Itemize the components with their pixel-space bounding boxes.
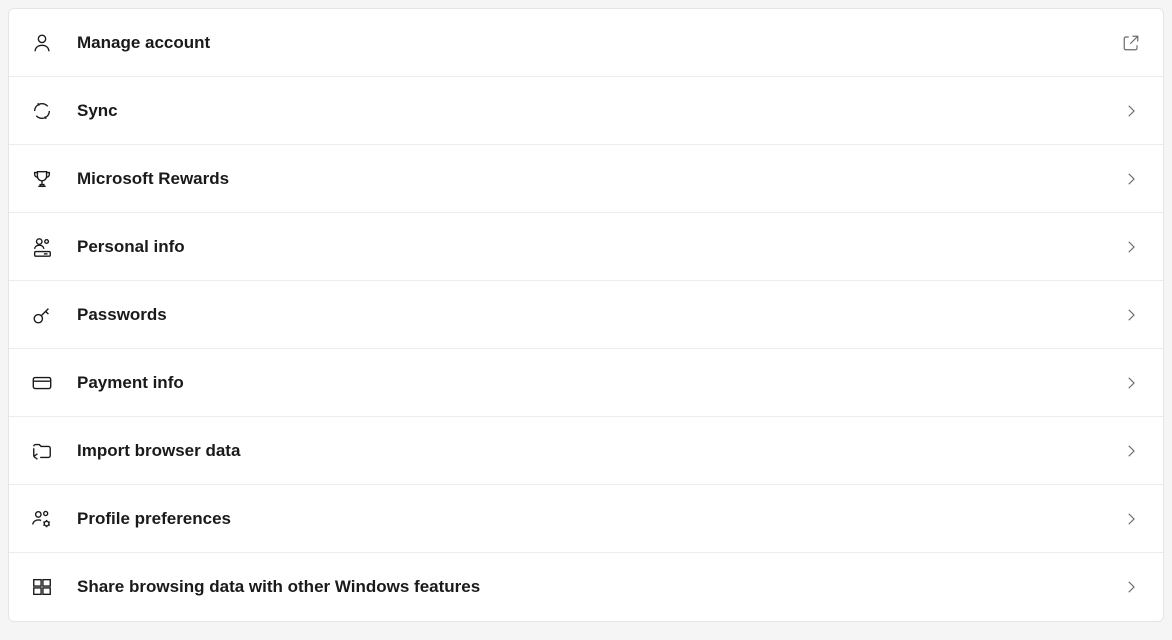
- person-icon: [31, 32, 53, 54]
- key-icon: [31, 304, 53, 326]
- settings-item-sync[interactable]: Sync: [9, 77, 1163, 145]
- settings-item-share-browsing-data[interactable]: Share browsing data with other Windows f…: [9, 553, 1163, 621]
- settings-item-personal-info[interactable]: Personal info: [9, 213, 1163, 281]
- chevron-right-icon: [1121, 101, 1141, 121]
- sync-icon: [31, 100, 53, 122]
- windows-icon: [31, 576, 53, 598]
- settings-item-microsoft-rewards[interactable]: Microsoft Rewards: [9, 145, 1163, 213]
- settings-item-label: Sync: [77, 101, 1121, 121]
- settings-item-label: Share browsing data with other Windows f…: [77, 577, 1121, 597]
- chevron-right-icon: [1121, 305, 1141, 325]
- credit-card-icon: [31, 372, 53, 394]
- chevron-right-icon: [1121, 373, 1141, 393]
- settings-item-label: Payment info: [77, 373, 1121, 393]
- settings-list: Manage account Sync Microsoft Rewards Pe…: [8, 8, 1164, 622]
- chevron-right-icon: [1121, 237, 1141, 257]
- settings-item-label: Manage account: [77, 33, 1121, 53]
- settings-item-manage-account[interactable]: Manage account: [9, 9, 1163, 77]
- settings-item-label: Passwords: [77, 305, 1121, 325]
- chevron-right-icon: [1121, 509, 1141, 529]
- settings-item-passwords[interactable]: Passwords: [9, 281, 1163, 349]
- people-settings-icon: [31, 508, 53, 530]
- trophy-icon: [31, 168, 53, 190]
- settings-item-label: Personal info: [77, 237, 1121, 257]
- settings-item-profile-preferences[interactable]: Profile preferences: [9, 485, 1163, 553]
- chevron-right-icon: [1121, 577, 1141, 597]
- chevron-right-icon: [1121, 441, 1141, 461]
- chevron-right-icon: [1121, 169, 1141, 189]
- settings-item-label: Import browser data: [77, 441, 1121, 461]
- external-link-icon: [1121, 33, 1141, 53]
- settings-item-payment-info[interactable]: Payment info: [9, 349, 1163, 417]
- settings-item-import-browser-data[interactable]: Import browser data: [9, 417, 1163, 485]
- settings-item-label: Microsoft Rewards: [77, 169, 1121, 189]
- person-card-icon: [31, 236, 53, 258]
- import-icon: [31, 440, 53, 462]
- settings-item-label: Profile preferences: [77, 509, 1121, 529]
